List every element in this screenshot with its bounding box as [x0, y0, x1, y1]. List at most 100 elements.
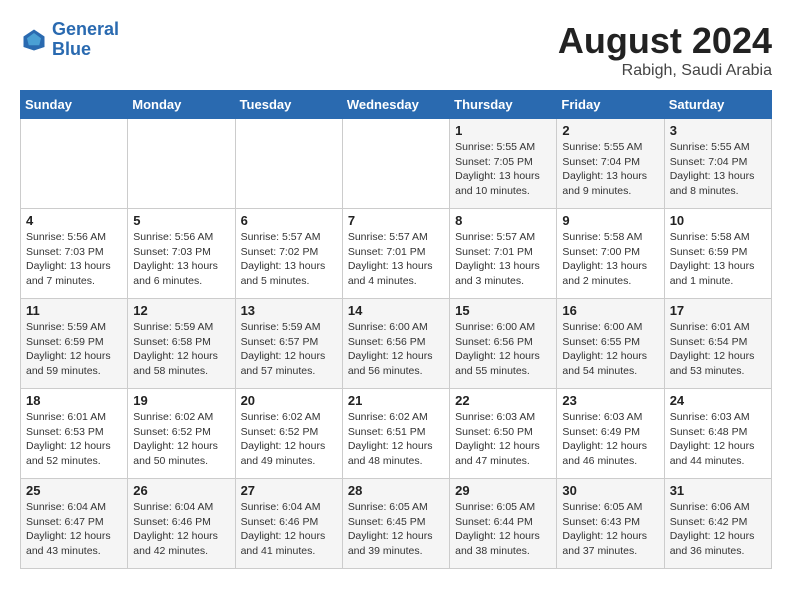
- cell-date: 2: [562, 123, 658, 138]
- calendar-cell: 1Sunrise: 5:55 AMSunset: 7:05 PMDaylight…: [450, 119, 557, 209]
- calendar-cell: 8 Sunrise: 5:57 AMSunset: 7:01 PMDaylight…: [450, 209, 557, 299]
- calendar-cell: 28 Sunrise: 6:05 AMSunset: 6:45 PMDayligh…: [342, 479, 449, 569]
- day-header-wednesday: Wednesday: [342, 91, 449, 119]
- day-header-sunday: Sunday: [21, 91, 128, 119]
- cell-date: 13: [241, 303, 337, 318]
- cell-date: 24: [670, 393, 766, 408]
- calendar-table: SundayMondayTuesdayWednesdayThursdayFrid…: [20, 90, 772, 569]
- cell-date: 8: [455, 213, 551, 228]
- calendar-cell: 30 Sunrise: 6:05 AMSunset: 6:43 PMDayligh…: [557, 479, 664, 569]
- calendar-cell: 9Sunrise: 5:58 AMSunset: 7:00 PMDaylight…: [557, 209, 664, 299]
- week-row-5: 25Sunrise: 6:04 AMSunset: 6:47 PMDayligh…: [21, 479, 772, 569]
- calendar-cell: 15 Sunrise: 6:00 AMSunset: 6:56 PMDayligh…: [450, 299, 557, 389]
- cell-info: Sunrise: 6:01 AMSunset: 6:54 PMDaylight:…: [670, 320, 766, 379]
- cell-info: Sunrise: 6:05 AMSunset: 6:45 PMDaylight:…: [348, 500, 444, 559]
- cell-info: Sunrise: 6:02 AMSunset: 6:52 PMDaylight:…: [133, 410, 229, 469]
- calendar-cell: 24 Sunrise: 6:03 AMSunset: 6:48 PMDayligh…: [664, 389, 771, 479]
- calendar-cell: 27 Sunrise: 6:04 AMSunset: 6:46 PMDayligh…: [235, 479, 342, 569]
- calendar-cell: 12 Sunrise: 5:59 AMSunset: 6:58 PMDayligh…: [128, 299, 235, 389]
- day-header-thursday: Thursday: [450, 91, 557, 119]
- cell-date: 11: [26, 303, 122, 318]
- cell-info: Sunrise: 6:01 AMSunset: 6:53 PMDaylight:…: [26, 410, 122, 469]
- cell-info: Sunrise: 6:00 AMSunset: 6:55 PMDaylight:…: [562, 320, 658, 379]
- calendar-cell: [342, 119, 449, 209]
- calendar-cell: 18 Sunrise: 6:01 AMSunset: 6:53 PMDayligh…: [21, 389, 128, 479]
- calendar-cell: 25Sunrise: 6:04 AMSunset: 6:47 PMDayligh…: [21, 479, 128, 569]
- day-header-tuesday: Tuesday: [235, 91, 342, 119]
- cell-date: 28: [348, 483, 444, 498]
- cell-date: 17: [670, 303, 766, 318]
- cell-date: 26: [133, 483, 229, 498]
- cell-info: Sunrise: 5:57 AMSunset: 7:01 PMDaylight:…: [348, 230, 444, 289]
- cell-info: Sunrise: 5:58 AMSunset: 7:00 PMDaylight:…: [562, 230, 658, 289]
- cell-date: 4: [26, 213, 122, 228]
- logo-icon: [20, 26, 48, 54]
- cell-info: Sunrise: 6:04 AMSunset: 6:46 PMDaylight:…: [133, 500, 229, 559]
- cell-info: Sunrise: 5:56 AMSunset: 7:03 PMDaylight:…: [26, 230, 122, 289]
- cell-info: Sunrise: 6:02 AMSunset: 6:52 PMDaylight:…: [241, 410, 337, 469]
- calendar-cell: 13 Sunrise: 5:59 AMSunset: 6:57 PMDayligh…: [235, 299, 342, 389]
- cell-date: 29: [455, 483, 551, 498]
- cell-info: Sunrise: 5:59 AMSunset: 6:57 PMDaylight:…: [241, 320, 337, 379]
- calendar-cell: [128, 119, 235, 209]
- week-row-3: 11 Sunrise: 5:59 AMSunset: 6:59 PMDayligh…: [21, 299, 772, 389]
- calendar-cell: 17 Sunrise: 6:01 AMSunset: 6:54 PMDayligh…: [664, 299, 771, 389]
- cell-date: 31: [670, 483, 766, 498]
- cell-date: 20: [241, 393, 337, 408]
- title-area: August 2024 Rabigh, Saudi Arabia: [558, 20, 772, 80]
- day-header-saturday: Saturday: [664, 91, 771, 119]
- cell-date: 22: [455, 393, 551, 408]
- cell-info: Sunrise: 6:00 AMSunset: 6:56 PMDaylight:…: [348, 320, 444, 379]
- cell-date: 16: [562, 303, 658, 318]
- calendar-cell: 11 Sunrise: 5:59 AMSunset: 6:59 PMDayligh…: [21, 299, 128, 389]
- cell-info: Sunrise: 5:59 AMSunset: 6:59 PMDaylight:…: [26, 320, 122, 379]
- calendar-cell: [235, 119, 342, 209]
- week-row-1: 1Sunrise: 5:55 AMSunset: 7:05 PMDaylight…: [21, 119, 772, 209]
- cell-info: Sunrise: 6:04 AMSunset: 6:47 PMDaylight:…: [26, 500, 122, 559]
- calendar-cell: 29 Sunrise: 6:05 AMSunset: 6:44 PMDayligh…: [450, 479, 557, 569]
- cell-date: 14: [348, 303, 444, 318]
- calendar-cell: 19Sunrise: 6:02 AMSunset: 6:52 PMDayligh…: [128, 389, 235, 479]
- cell-info: Sunrise: 6:03 AMSunset: 6:50 PMDaylight:…: [455, 410, 551, 469]
- cell-info: Sunrise: 5:56 AMSunset: 7:03 PMDaylight:…: [133, 230, 229, 289]
- cell-info: Sunrise: 6:05 AMSunset: 6:44 PMDaylight:…: [455, 500, 551, 559]
- calendar-cell: 22 Sunrise: 6:03 AMSunset: 6:50 PMDayligh…: [450, 389, 557, 479]
- cell-info: Sunrise: 6:03 AMSunset: 6:48 PMDaylight:…: [670, 410, 766, 469]
- calendar-cell: 2Sunrise: 5:55 AMSunset: 7:04 PMDaylight…: [557, 119, 664, 209]
- cell-info: Sunrise: 6:04 AMSunset: 6:46 PMDaylight:…: [241, 500, 337, 559]
- cell-date: 15: [455, 303, 551, 318]
- cell-date: 6: [241, 213, 337, 228]
- calendar-cell: 31 Sunrise: 6:06 AMSunset: 6:42 PMDayligh…: [664, 479, 771, 569]
- cell-date: 18: [26, 393, 122, 408]
- cell-info: Sunrise: 6:03 AMSunset: 6:49 PMDaylight:…: [562, 410, 658, 469]
- subtitle: Rabigh, Saudi Arabia: [558, 62, 772, 80]
- week-row-4: 18 Sunrise: 6:01 AMSunset: 6:53 PMDayligh…: [21, 389, 772, 479]
- calendar-cell: 21 Sunrise: 6:02 AMSunset: 6:51 PMDayligh…: [342, 389, 449, 479]
- calendar-cell: 26 Sunrise: 6:04 AMSunset: 6:46 PMDayligh…: [128, 479, 235, 569]
- calendar-cell: 3Sunrise: 5:55 AMSunset: 7:04 PMDaylight…: [664, 119, 771, 209]
- day-header-friday: Friday: [557, 91, 664, 119]
- calendar-cell: 10 Sunrise: 5:58 AMSunset: 6:59 PMDayligh…: [664, 209, 771, 299]
- header-row: SundayMondayTuesdayWednesdayThursdayFrid…: [21, 91, 772, 119]
- main-title: August 2024: [558, 20, 772, 62]
- cell-date: 30: [562, 483, 658, 498]
- cell-date: 3: [670, 123, 766, 138]
- cell-info: Sunrise: 5:57 AMSunset: 7:02 PMDaylight:…: [241, 230, 337, 289]
- calendar-cell: 14 Sunrise: 6:00 AMSunset: 6:56 PMDayligh…: [342, 299, 449, 389]
- cell-date: 12: [133, 303, 229, 318]
- cell-date: 10: [670, 213, 766, 228]
- cell-date: 27: [241, 483, 337, 498]
- cell-date: 23: [562, 393, 658, 408]
- cell-info: Sunrise: 5:58 AMSunset: 6:59 PMDaylight:…: [670, 230, 766, 289]
- cell-info: Sunrise: 5:55 AMSunset: 7:05 PMDaylight:…: [455, 140, 551, 199]
- cell-info: Sunrise: 6:05 AMSunset: 6:43 PMDaylight:…: [562, 500, 658, 559]
- cell-info: Sunrise: 6:06 AMSunset: 6:42 PMDaylight:…: [670, 500, 766, 559]
- cell-info: Sunrise: 6:00 AMSunset: 6:56 PMDaylight:…: [455, 320, 551, 379]
- header: General Blue August 2024 Rabigh, Saudi A…: [20, 20, 772, 80]
- cell-info: Sunrise: 5:57 AMSunset: 7:01 PMDaylight:…: [455, 230, 551, 289]
- cell-info: Sunrise: 6:02 AMSunset: 6:51 PMDaylight:…: [348, 410, 444, 469]
- calendar-cell: 4 Sunrise: 5:56 AMSunset: 7:03 PMDaylight…: [21, 209, 128, 299]
- cell-date: 21: [348, 393, 444, 408]
- calendar-cell: 16 Sunrise: 6:00 AMSunset: 6:55 PMDayligh…: [557, 299, 664, 389]
- cell-info: Sunrise: 5:59 AMSunset: 6:58 PMDaylight:…: [133, 320, 229, 379]
